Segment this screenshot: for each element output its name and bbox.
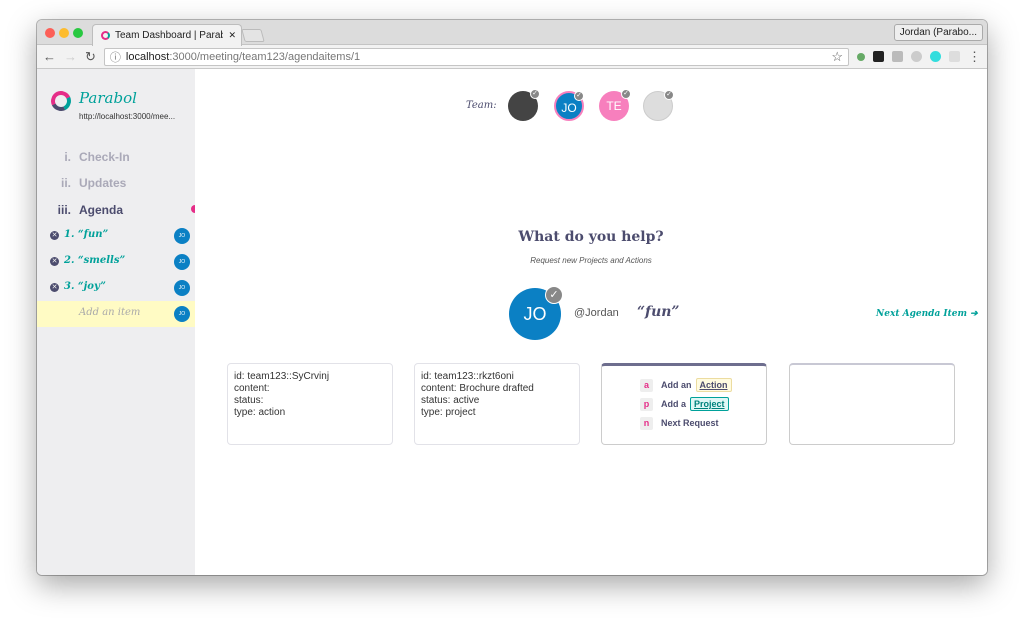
avatar: JO (174, 254, 190, 270)
check-icon: ✓ (621, 89, 631, 99)
nav-number: iii. (57, 203, 71, 217)
agenda-item[interactable]: ✕ 1. “fun” JO (37, 223, 195, 249)
nav-number: ii. (60, 176, 71, 190)
nav-label: Agenda (79, 203, 124, 217)
team-avatar[interactable]: JO ✓ (554, 91, 584, 121)
remove-icon[interactable]: ✕ (50, 231, 59, 240)
project-pill[interactable]: Project (690, 397, 729, 411)
card-status: status: (234, 395, 264, 406)
shortcut-add-project[interactable]: p Add a Project (640, 395, 729, 413)
agenda-item-label: 1. “fun” (64, 229, 109, 240)
nav-label: Updates (79, 176, 127, 190)
browser-tab[interactable]: Team Dashboard | Parabol, Inc ✕ (92, 24, 242, 46)
reload-icon[interactable]: ↻ (85, 49, 96, 65)
parabol-logo-icon (48, 88, 74, 114)
empty-card[interactable] (789, 363, 955, 445)
card-content: content: (234, 383, 270, 394)
url-host: localhost (125, 50, 170, 63)
agenda-item-label: 2. “smells” (64, 255, 126, 266)
arrow-right-circle-icon: ➔ (970, 309, 978, 319)
agenda-item[interactable]: ✕ 3. “joy” JO (37, 275, 195, 301)
sidebar: Parabol http://localhost:3000/mee... i. C… (37, 69, 199, 575)
extension-icon[interactable] (949, 51, 960, 62)
owner-avatar: JO ✓ (509, 286, 563, 340)
title-bar: Team Dashboard | Parabol, Inc ✕ Jordan (… (37, 20, 987, 46)
extension-icon[interactable] (892, 51, 903, 62)
avatar: JO (174, 306, 190, 322)
avatar-initials: JO (561, 101, 577, 115)
extension-icon[interactable] (857, 52, 865, 61)
shortcut-key: n (640, 416, 653, 430)
shortcut-text: Add a (661, 399, 687, 409)
layers-extension-icon[interactable] (873, 51, 884, 62)
brand-name[interactable]: Parabol (79, 89, 137, 107)
shortcut-add-action[interactable]: a Add an Action (640, 376, 732, 394)
next-label: Next Agenda Item (876, 309, 968, 319)
drive-extension-icon[interactable] (911, 51, 922, 62)
menu-icon[interactable]: ⋮ (968, 49, 981, 65)
shortcut-key: a (640, 378, 653, 392)
check-icon: ✓ (545, 286, 563, 304)
avatar: JO (174, 280, 190, 296)
forward-icon[interactable]: → (64, 49, 77, 64)
shortcut-next-request[interactable]: n Next Request (640, 414, 719, 432)
shortcut-text: Next Request (661, 418, 719, 428)
card-id: id: team123::SyCrvinj (234, 371, 330, 382)
card-status: status: active (421, 395, 480, 406)
agenda-item-title: “fun” (637, 304, 680, 320)
close-window-button[interactable] (45, 28, 55, 38)
url-path: :3000/meeting/team123/agendaitems/1 (169, 50, 361, 63)
maximize-window-button[interactable] (73, 28, 83, 38)
card-type: type: project (421, 407, 476, 418)
check-icon: ✓ (574, 91, 584, 101)
bookmark-star-icon[interactable]: ☆ (831, 49, 843, 65)
new-tab-button[interactable] (241, 29, 265, 42)
check-icon: ✓ (664, 90, 674, 100)
extension-icon[interactable] (930, 51, 941, 62)
add-agenda-item-input[interactable]: Add an item JO (37, 301, 195, 327)
remove-icon[interactable]: ✕ (50, 283, 59, 292)
card-content: content: Brochure drafted (421, 383, 534, 394)
browser-toolbar: ← → ↻ ⓘ localhost:3000/meeting/team123/a… (37, 45, 987, 69)
main-content: Team: ✓ JO ✓ TE ✓ ✓ What do you help? Requ… (195, 69, 987, 575)
meeting-url[interactable]: http://localhost:3000/mee... (79, 112, 175, 121)
avatar: JO (174, 228, 190, 244)
shortcut-text: Add an (661, 380, 692, 390)
action-pill[interactable]: Action (695, 378, 732, 392)
tab-title: Team Dashboard | Parabol, Inc (115, 30, 223, 41)
team-label: Team: (466, 100, 497, 111)
info-icon[interactable]: ⓘ (110, 49, 121, 65)
minimize-window-button[interactable] (59, 28, 69, 38)
back-icon[interactable]: ← (43, 49, 56, 64)
team-avatar[interactable]: ✓ (508, 89, 540, 121)
team-avatar[interactable]: ✓ (643, 90, 674, 121)
avatar-initials: TE (606, 99, 622, 113)
action-card[interactable]: id: team123::SyCrvinj content: status: type… (227, 363, 393, 445)
address-bar[interactable]: ⓘ localhost:3000/meeting/team123/agendai… (103, 47, 849, 66)
agenda-item-label: 3. “joy” (64, 281, 106, 292)
project-card[interactable]: id: team123::rkzt6oni content: Brochure d… (414, 363, 580, 445)
page-subtitle: Request new Projects and Actions (530, 256, 652, 265)
page-title: What do you help? (518, 229, 664, 245)
remove-icon[interactable]: ✕ (50, 257, 59, 266)
nav-number: i. (64, 150, 71, 164)
shortcut-key: p (640, 397, 653, 411)
add-item-placeholder: Add an item (79, 307, 141, 318)
profile-button[interactable]: Jordan (Parabo... (893, 24, 983, 41)
team-avatar[interactable]: TE ✓ (599, 89, 631, 121)
card-id: id: team123::rkzt6oni (421, 371, 514, 382)
owner-handle: @Jordan (574, 307, 619, 319)
nav-label: Check-In (79, 150, 130, 164)
tab-close-icon[interactable]: ✕ (228, 30, 236, 41)
agenda-item[interactable]: ✕ 2. “smells” JO (37, 249, 195, 275)
avatar-initials: JO (523, 304, 547, 324)
request-card[interactable]: a Add an Action p Add a Project n Next Reques… (601, 363, 767, 445)
card-type: type: action (234, 407, 286, 418)
check-icon: ✓ (530, 89, 540, 99)
favicon-icon (101, 31, 110, 40)
next-agenda-item-button[interactable]: Next Agenda Item ➔ (876, 309, 978, 319)
browser-window: Team Dashboard | Parabol, Inc ✕ Jordan (… (37, 20, 987, 575)
